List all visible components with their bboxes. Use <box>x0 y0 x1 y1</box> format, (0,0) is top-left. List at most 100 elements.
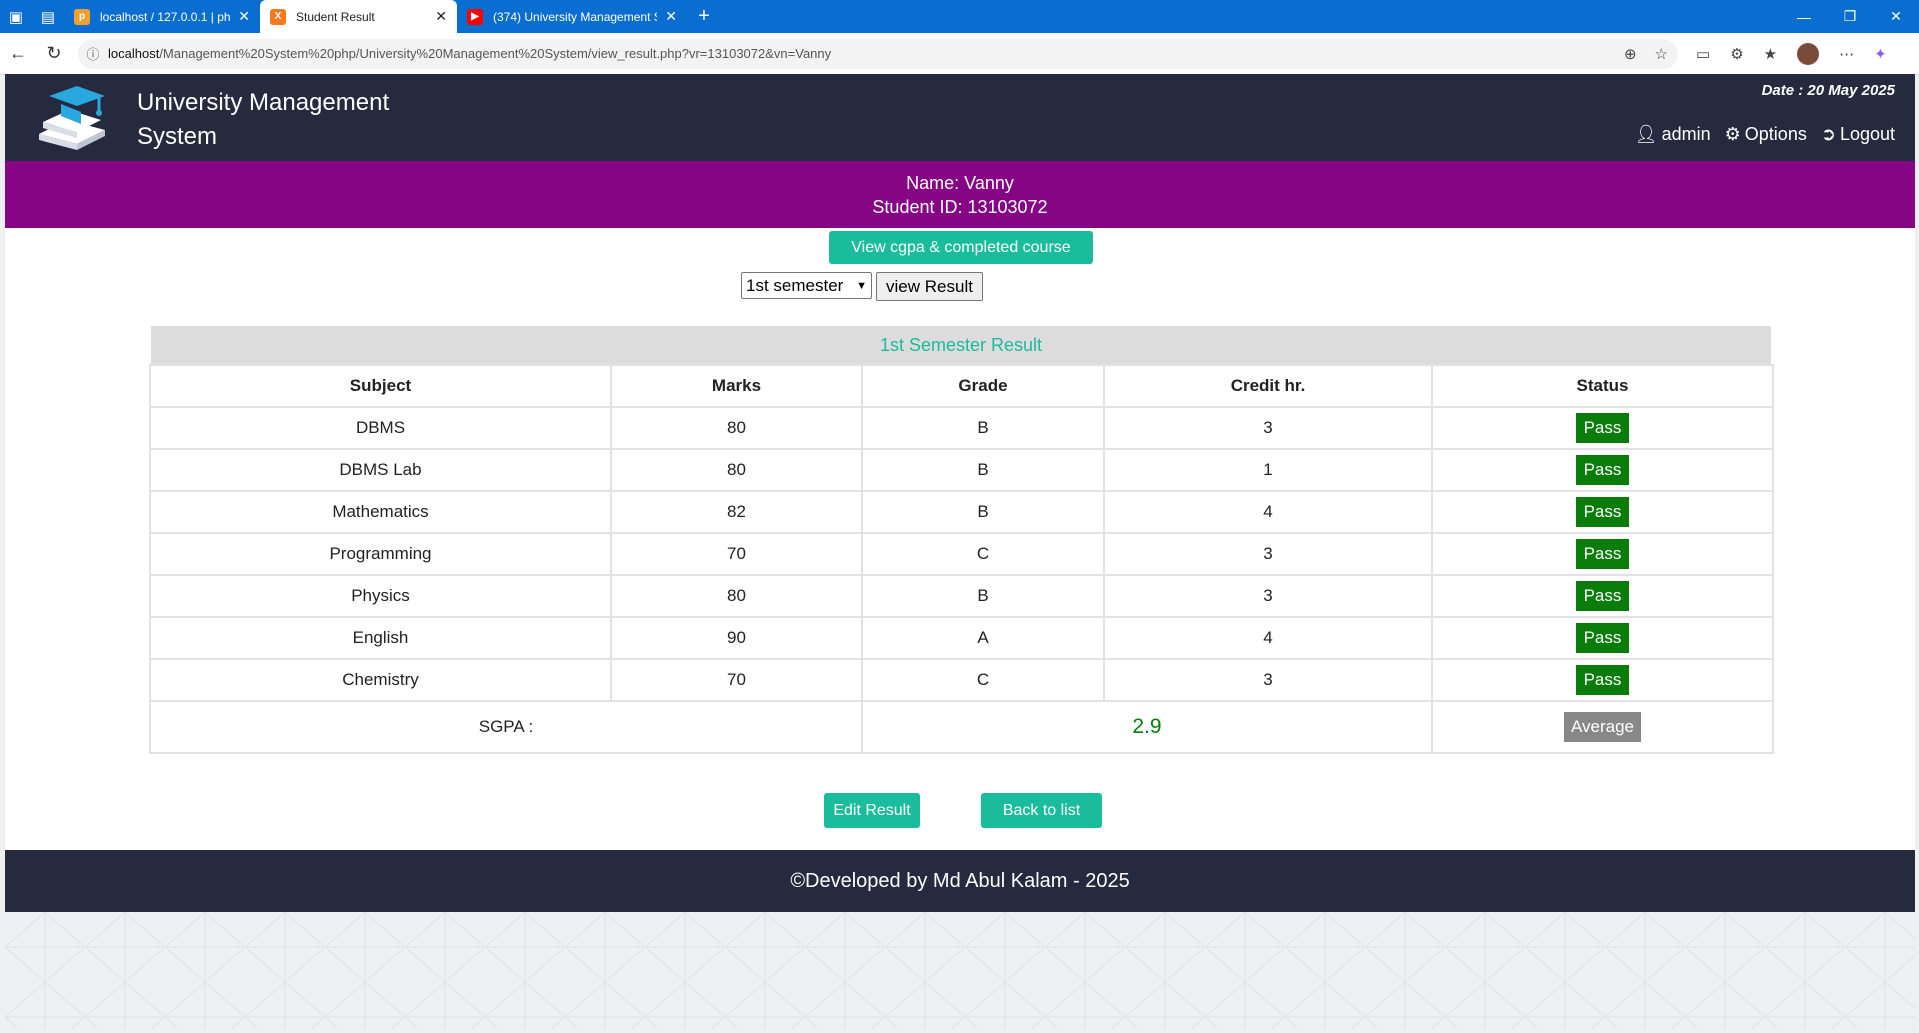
close-icon[interactable]: ✕ <box>435 8 447 25</box>
close-window-icon[interactable]: ✕ <box>1873 0 1919 33</box>
browser-tab-strip: ▣ ▤ p localhost / 127.0.0.1 | phpMyAdmin… <box>0 0 1919 33</box>
column-header-subject: Subject <box>149 364 612 408</box>
youtube-icon: ▶ <box>467 8 483 25</box>
status-badge: Pass <box>1575 539 1630 569</box>
result-table: Subject Marks Grade Credit hr. Status DB… <box>149 364 1774 754</box>
extensions-icon[interactable]: ⚙ <box>1730 45 1743 63</box>
user-label: admin <box>1661 124 1711 144</box>
logout-icon: ➲ <box>1820 124 1836 144</box>
user-nav: 👤︎ admin ⚙ Options ➲ Logout <box>1635 124 1895 145</box>
credit-cell: 3 <box>1103 532 1433 576</box>
back-to-list-button[interactable]: Back to list <box>981 793 1102 828</box>
browser-tab-youtube[interactable]: ▶ (374) University Management Sys ✕ <box>457 0 687 33</box>
site-header: University Management System Date : 20 M… <box>5 74 1915 161</box>
logout-label: Logout <box>1839 124 1895 144</box>
status-badge: Pass <box>1575 455 1630 485</box>
sgpa-value: 2.9 <box>1132 715 1162 738</box>
marks-cell: 80 <box>610 448 863 492</box>
grade-cell: C <box>861 532 1105 576</box>
favorite-star-icon[interactable]: ☆ <box>1655 45 1668 63</box>
zoom-icon[interactable]: ⊕ <box>1624 45 1637 63</box>
tab-actions-icon[interactable]: ▤ <box>32 0 64 33</box>
semester-selected-value: 1st semester <box>746 275 844 295</box>
url-path: /Management%20System%20php/University%20… <box>159 46 832 61</box>
refresh-icon[interactable]: ↻ <box>36 36 72 72</box>
more-icon[interactable]: ⋯ <box>1839 45 1854 63</box>
user-menu[interactable]: 👤︎ admin <box>1635 124 1711 145</box>
xampp-icon: X <box>270 8 286 25</box>
table-header-row: Subject Marks Grade Credit hr. Status <box>149 364 1774 408</box>
credit-cell: 3 <box>1103 574 1433 618</box>
column-header-status: Status <box>1431 364 1774 408</box>
copilot-icon[interactable]: ✦ <box>1874 45 1887 63</box>
brand-line-2: System <box>137 123 218 150</box>
new-tab-button[interactable]: + <box>687 5 721 28</box>
workspaces-icon[interactable]: ▣ <box>0 0 32 33</box>
subject-cell: Mathematics <box>149 490 612 534</box>
url-host: localhost <box>108 46 160 61</box>
table-row: Mathematics 82 B 4 Pass <box>149 490 1774 534</box>
sgpa-remark-cell: Average <box>1431 700 1774 754</box>
logout-link[interactable]: ➲ Logout <box>1821 124 1895 145</box>
status-cell: Pass <box>1431 490 1774 534</box>
chevron-down-icon: ▼ <box>856 279 867 292</box>
status-cell: Pass <box>1431 448 1774 492</box>
student-banner: Name: Vanny Student ID: 13103072 <box>5 161 1915 228</box>
credit-cell: 4 <box>1103 490 1433 534</box>
status-cell: Pass <box>1431 616 1774 660</box>
subject-cell: English <box>149 616 612 660</box>
web-page: University Management System Date : 20 M… <box>5 74 1915 1028</box>
marks-cell: 70 <box>610 658 863 702</box>
site-footer: ©Developed by Md Abul Kalam - 2025 <box>5 850 1915 912</box>
table-row: Physics 80 B 3 Pass <box>149 574 1774 618</box>
table-caption: 1st Semester Result <box>151 326 1771 364</box>
split-screen-icon[interactable]: ▭ <box>1696 45 1710 63</box>
graduation-books-logo-icon <box>39 86 105 150</box>
student-name: Name: Vanny <box>906 173 1014 193</box>
status-badge: Pass <box>1575 623 1630 653</box>
view-result-button[interactable]: view Result <box>876 272 983 301</box>
subject-cell: DBMS Lab <box>149 448 612 492</box>
table-row: Chemistry 70 C 3 Pass <box>149 658 1774 702</box>
brand-line-1: University Management <box>137 89 390 116</box>
marks-cell: 82 <box>610 490 863 534</box>
window-controls: — ❐ ✕ <box>1781 0 1919 33</box>
semester-select[interactable]: 1st semester ▼ <box>741 272 872 299</box>
address-bar: ← ↻ ⓘ localhost/Management%20System%20ph… <box>0 33 1919 75</box>
geometric-pattern <box>5 912 1915 1028</box>
url-field[interactable]: ⓘ localhost/Management%20System%20php/Un… <box>78 38 1678 69</box>
grade-cell: C <box>861 658 1105 702</box>
favorites-icon[interactable]: ★ <box>1764 45 1777 63</box>
status-badge: Pass <box>1575 665 1630 695</box>
status-badge: Pass <box>1575 581 1630 611</box>
options-label: Options <box>1744 124 1807 144</box>
browser-tab-phpmyadmin[interactable]: p localhost / 127.0.0.1 | phpMyAdmin ✕ <box>64 0 260 33</box>
marks-cell: 70 <box>610 532 863 576</box>
status-badge: Pass <box>1575 413 1630 443</box>
phpmyadmin-icon: p <box>74 8 90 25</box>
status-cell: Pass <box>1431 658 1774 702</box>
status-cell: Pass <box>1431 406 1774 450</box>
close-icon[interactable]: ✕ <box>238 8 250 25</box>
restore-icon[interactable]: ❐ <box>1827 0 1873 33</box>
view-cgpa-button[interactable]: View cgpa & completed course <box>829 231 1093 264</box>
browser-tab-student-result[interactable]: X Student Result ✕ <box>260 0 457 33</box>
site-brand[interactable]: University Management System <box>137 86 437 154</box>
minimize-icon[interactable]: — <box>1781 0 1827 33</box>
tab-label: (374) University Management Sys <box>493 9 658 24</box>
site-info-icon[interactable]: ⓘ <box>78 44 108 63</box>
back-arrow-icon[interactable]: ← <box>0 36 36 72</box>
credit-cell: 3 <box>1103 658 1433 702</box>
tab-label: localhost / 127.0.0.1 | phpMyAdmin <box>100 9 231 24</box>
profile-avatar[interactable] <box>1797 42 1820 65</box>
table-row: DBMS 80 B 3 Pass <box>149 406 1774 450</box>
credit-cell: 3 <box>1103 406 1433 450</box>
options-menu[interactable]: ⚙ Options <box>1725 124 1807 145</box>
column-header-credit: Credit hr. <box>1103 364 1433 408</box>
edit-result-button[interactable]: Edit Result <box>824 793 920 828</box>
close-icon[interactable]: ✕ <box>665 8 677 25</box>
tab-label: Student Result <box>296 9 375 24</box>
marks-cell: 80 <box>610 574 863 618</box>
grade-cell: B <box>861 448 1105 492</box>
credit-cell: 4 <box>1103 616 1433 660</box>
